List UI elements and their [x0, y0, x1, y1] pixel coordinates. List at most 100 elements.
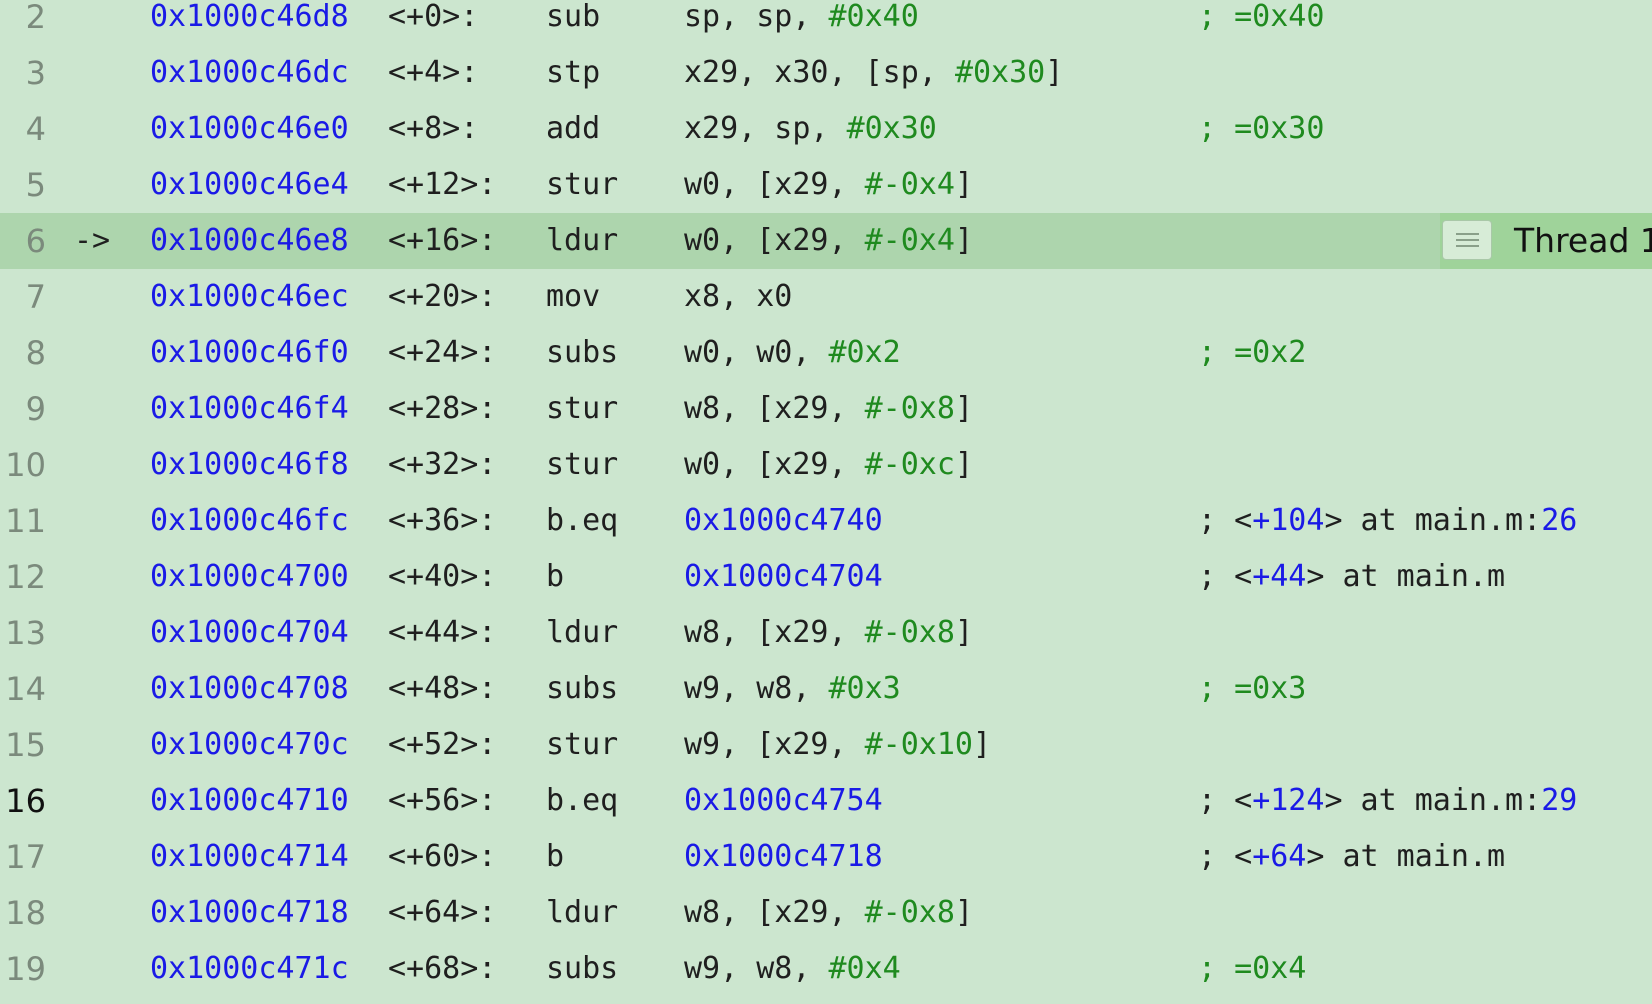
instruction-mnemonic: ldur [546, 615, 619, 650]
instruction-operands-token: x29, sp, [684, 111, 847, 146]
instruction-mnemonic: ldur [546, 895, 619, 930]
instruction-offset: <+40>: [388, 559, 497, 594]
instruction-mnemonic: add [546, 111, 601, 146]
instruction-comment-token: 29 [1541, 783, 1578, 818]
instruction-mnemonic: b [546, 559, 565, 594]
instruction-row[interactable]: 18 0x1000c4718 <+64>: ldur w8, [x29, #-0x8] [0, 885, 1652, 941]
instruction-row[interactable]: 5 0x1000c46e4 <+12>: stur w0, [x29, #-0x4] [0, 157, 1652, 213]
instruction-row[interactable]: 4 0x1000c46e0 <+8>: add x29, sp, #0x30 ; =0x3… [0, 101, 1652, 157]
instruction-comment: ; <+64> at main.m [1198, 829, 1505, 885]
instruction-row[interactable]: 13 0x1000c4704 <+44>: ldur w8, [x29, #-0x8] [0, 605, 1652, 661]
instruction-offset: <+12>: [388, 167, 497, 202]
instruction-operands: x29, sp, #0x30 [684, 101, 937, 157]
instruction-operands: w8, [x29, #-0x8] [684, 885, 973, 941]
instruction-offset: <+28>: [388, 391, 497, 426]
instruction-mnemonic: b.eq [546, 503, 619, 538]
instruction-comment-token: ; =0x2 [1198, 335, 1307, 370]
instruction-row[interactable]: 8 0x1000c46f0 <+24>: subs w0, w0, #0x2 ; =0x2 [0, 325, 1652, 381]
disassembly-editor[interactable]: 2 0x1000c46d8 <+0>: sub sp, sp, #0x40; =0x40… [0, 0, 1652, 1004]
instruction-comment-token: ; =0x30 [1198, 111, 1325, 146]
instruction-operands-token: w0, [x29, [684, 167, 865, 202]
thread-label: Thread 1 [1514, 221, 1652, 260]
instruction-mnemonic: stur [546, 391, 619, 426]
instruction-row[interactable]: 17 0x1000c4714 <+60>: b 0x1000c4718 ; <+64> a… [0, 829, 1652, 885]
instruction-operands-token: #-0x10 [864, 727, 973, 762]
instruction-comment-token: ; =0x40 [1198, 0, 1325, 34]
instruction-mnemonic: subs [546, 951, 619, 986]
instruction-mnemonic: sub [546, 0, 601, 34]
instruction-offset: <+44>: [388, 615, 497, 650]
instruction-address: 0x1000c46e0 [150, 111, 349, 146]
instruction-operands-token: w8, [x29, [684, 895, 865, 930]
current-instruction-row[interactable]: 6 -> 0x1000c46e8 <+16>: ldur w0, [x29, #-0x4] [0, 213, 1652, 269]
instruction-offset: <+52>: [388, 727, 497, 762]
instruction-comment-token: ; < [1198, 559, 1253, 594]
instruction-operands-token: ] [954, 223, 973, 258]
line-number: 19 [5, 950, 46, 988]
line-number: 4 [25, 110, 46, 148]
instruction-row[interactable]: 16 0x1000c4710 <+56>: b.eq 0x1000c4754 ; <+12… [0, 773, 1652, 829]
instruction-address: 0x1000c4708 [150, 671, 349, 706]
instruction-offset: <+4>: [388, 55, 479, 90]
instruction-operands-token: w8, [x29, [684, 391, 865, 426]
instruction-offset: <+48>: [388, 671, 497, 706]
instruction-operands-token: w0, w0, [684, 335, 829, 370]
line-number: 11 [5, 502, 46, 540]
instruction-mnemonic: mov [546, 279, 601, 314]
instruction-operands-token: 0x1000c4740 [684, 503, 883, 538]
instruction-comment: ; =0x30 [1198, 101, 1324, 157]
instruction-operands: w9, [x29, #-0x10] [684, 717, 991, 773]
thread-menu-icon[interactable] [1442, 220, 1492, 260]
line-number: 5 [25, 166, 46, 204]
instruction-address: 0x1000c46f4 [150, 391, 349, 426]
instruction-offset: <+16>: [388, 223, 497, 258]
instruction-comment: ; =0x3 [1198, 661, 1306, 717]
instruction-operands-token: 0x1000c4704 [684, 559, 883, 594]
line-number: 15 [5, 726, 46, 764]
instruction-comment-token: ; =0x4 [1198, 951, 1307, 986]
instruction-operands: w9, w8, #0x3 [684, 661, 901, 717]
instruction-operands-token: #0x4 [828, 951, 901, 986]
instruction-address: 0x1000c46dc [150, 55, 349, 90]
instruction-operands-token: #0x2 [828, 335, 901, 370]
instruction-row[interactable]: 9 0x1000c46f4 <+28>: stur w8, [x29, #-0x8] [0, 381, 1652, 437]
instruction-comment-token: ; < [1198, 783, 1253, 818]
instruction-mnemonic: stur [546, 167, 619, 202]
instruction-operands-token: #-0x8 [864, 615, 955, 650]
instruction-address: 0x1000c46d8 [150, 0, 349, 34]
instruction-offset: <+68>: [388, 951, 497, 986]
instruction-address: 0x1000c470c [150, 727, 349, 762]
instruction-row[interactable]: 3 0x1000c46dc <+4>: stp x29, x30, [sp, #0x30… [0, 45, 1652, 101]
instruction-operands-token: ] [1045, 55, 1064, 90]
instruction-operands-token: w0, [x29, [684, 223, 865, 258]
program-counter-arrow: -> [74, 223, 111, 258]
instruction-operands: w9, w8, #0x4 [684, 941, 901, 997]
instruction-row[interactable]: 7 0x1000c46ec <+20>: mov x8, x0 [0, 269, 1652, 325]
instruction-operands-token: ] [954, 391, 973, 426]
thread-indicator-badge[interactable]: Thread 1 [1440, 213, 1652, 269]
instruction-row[interactable]: 12 0x1000c4700 <+40>: b 0x1000c4704 ; <+44> a… [0, 549, 1652, 605]
line-number: 17 [5, 838, 46, 876]
instruction-row[interactable]: 19 0x1000c471c <+68>: subs w9, w8, #0x4 ; =0x… [0, 941, 1652, 997]
line-number: 13 [5, 614, 46, 652]
instruction-mnemonic: stur [546, 447, 619, 482]
instruction-comment: ; <+124> at main.m:29 [1198, 773, 1577, 829]
instruction-row[interactable]: 2 0x1000c46d8 <+0>: sub sp, sp, #0x40 ; =0x40 [0, 0, 1652, 45]
instruction-operands: w8, [x29, #-0x8] [684, 605, 973, 661]
line-number: 2 [25, 0, 46, 36]
instruction-operands: w0, [x29, #-0xc] [684, 437, 973, 493]
instruction-operands: x29, x30, [sp, #0x30] [684, 45, 1063, 101]
instruction-comment-token: +64 [1252, 839, 1307, 874]
instruction-row[interactable]: 11 0x1000c46fc <+36>: b.eq 0x1000c4740 ; <+10… [0, 493, 1652, 549]
instruction-operands-token: #-0x4 [864, 223, 955, 258]
instruction-operands-token: ] [973, 727, 992, 762]
instruction-row[interactable]: 14 0x1000c4708 <+48>: subs w9, w8, #0x3 ; =0x… [0, 661, 1652, 717]
instruction-row[interactable]: 10 0x1000c46f8 <+32>: stur w0, [x29, #-0xc] [0, 437, 1652, 493]
instruction-mnemonic: stp [546, 55, 601, 90]
instruction-row[interactable]: 15 0x1000c470c <+52>: stur w9, [x29, #-0x10] [0, 717, 1652, 773]
instruction-comment-token: > at main.m [1306, 559, 1506, 594]
instruction-operands-token: #0x40 [828, 0, 919, 34]
instruction-mnemonic: stur [546, 727, 619, 762]
instruction-operands-token: ] [954, 447, 973, 482]
line-number: 10 [5, 446, 46, 484]
